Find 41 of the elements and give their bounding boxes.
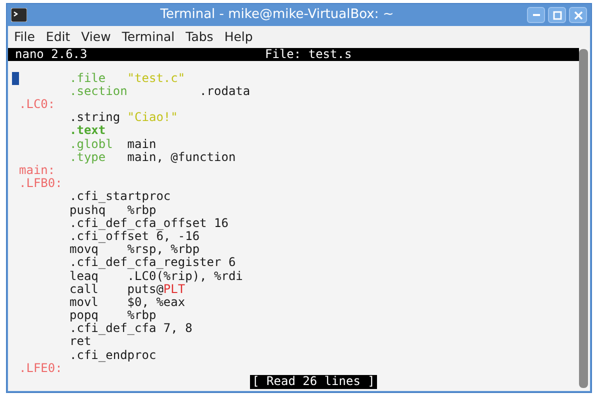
menu-item[interactable]: File: [14, 28, 35, 46]
code-line: .cfi_endproc: [70, 348, 156, 362]
code-line: .cfi_startproc: [70, 190, 171, 204]
menu-item[interactable]: Help: [224, 28, 253, 46]
code-line: pushq %rbp: [70, 204, 156, 217]
code-label: .LFB0:: [19, 177, 62, 190]
code-line: ret: [70, 335, 92, 349]
code-line: .text: [70, 124, 106, 138]
maximize-button[interactable]: [548, 7, 566, 23]
code-line: .string "Ciao!": [70, 111, 178, 124]
menu-item[interactable]: View: [81, 28, 111, 46]
code-line: .file "test.c": [70, 72, 186, 85]
status-message: [ Read 26 lines ]: [250, 375, 377, 389]
maximize-icon: [552, 10, 562, 20]
code-line: leaq .LC0(%rip), %rdi: [70, 270, 243, 283]
code-line: .cfi_def_cfa 7, 8: [70, 322, 192, 336]
code-line: call puts@PLT: [70, 282, 186, 296]
nano-version: nano 2.6.3: [15, 48, 88, 62]
terminal-icon: [11, 8, 27, 22]
window-title: Terminal - mike@mike-VirtualBox: ~: [159, 6, 395, 24]
code-line: .section .rodata: [70, 84, 250, 98]
minimize-icon: [532, 14, 540, 16]
code-line: .cfi_def_cfa_offset 16: [70, 216, 228, 230]
scrollbar[interactable]: [579, 49, 588, 388]
code-line: movq %rsp, %rbp: [70, 243, 200, 256]
menu-item[interactable]: Edit: [46, 28, 70, 46]
code-line: .globl main: [70, 138, 156, 151]
code-line: movl $0, %eax: [70, 296, 186, 310]
code-label: .LFE0:: [19, 362, 62, 375]
code-line: .cfi_def_cfa_register 6: [70, 256, 236, 270]
menu-item[interactable]: Terminal: [122, 28, 175, 46]
code-label: .LC0:: [19, 98, 56, 112]
code-line: popq %rbp: [70, 309, 156, 322]
code-label: main:: [19, 164, 56, 178]
code-line: .cfi_offset 6, -16: [70, 230, 200, 244]
file-name: File: test.s: [265, 48, 352, 62]
close-icon: [574, 10, 582, 20]
code-line: .type main, @function: [70, 150, 236, 164]
close-button[interactable]: [569, 7, 587, 23]
minimize-button[interactable]: [527, 7, 545, 23]
menu-item[interactable]: Tabs: [186, 28, 214, 46]
